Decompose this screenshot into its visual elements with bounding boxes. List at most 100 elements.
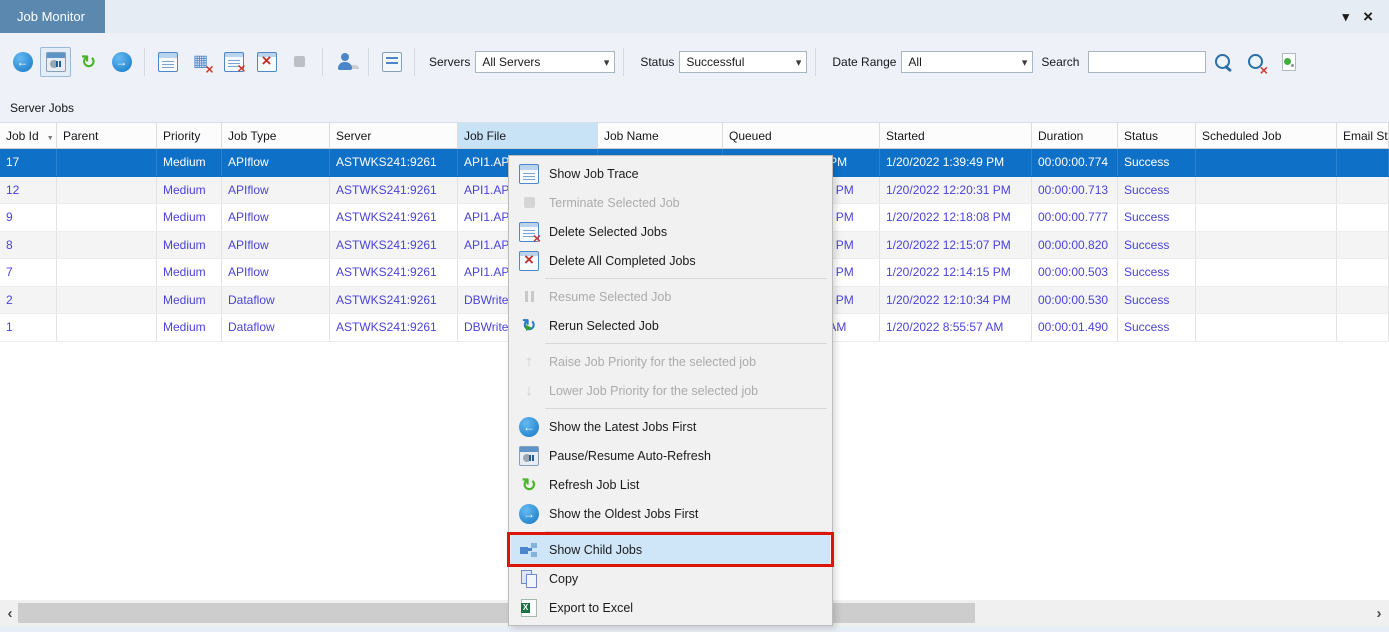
cell-priority: Medium	[157, 314, 222, 341]
menu-separator	[414, 47, 415, 76]
menu-separator	[322, 47, 323, 76]
toolbar-button[interactable]	[106, 47, 137, 77]
cell-scheduled-job	[1196, 314, 1337, 341]
cell-job-id: 17	[0, 149, 57, 176]
column-header[interactable]: Job File	[458, 123, 598, 148]
close-icon[interactable]	[1363, 8, 1373, 25]
column-header[interactable]: Job Name	[598, 123, 723, 148]
cell-email-status	[1337, 259, 1389, 286]
date-range-dropdown[interactable]: All	[901, 50, 1034, 73]
toolbar-button[interactable]	[40, 46, 71, 77]
cell-parent	[57, 231, 157, 258]
toolbar-button[interactable]	[1240, 47, 1271, 78]
status-dropdown[interactable]: Successful	[679, 50, 808, 73]
pause-refresh-icon	[45, 51, 66, 72]
context-menu-item[interactable]: Copy	[511, 564, 830, 593]
cell-server: ASTWKS241:9261	[330, 286, 458, 313]
menu-separator	[511, 340, 830, 347]
lower-priority-icon	[519, 381, 539, 401]
terminate-icon	[290, 52, 310, 72]
bottom-strip	[0, 626, 1389, 632]
caret-down-icon	[604, 55, 610, 69]
search-input[interactable]	[1088, 50, 1207, 73]
refresh-icon	[79, 52, 99, 72]
servers-filter-label: Servers	[429, 54, 471, 69]
context-menu-item[interactable]: Refresh Job List	[511, 470, 830, 499]
cell-priority: Medium	[157, 149, 222, 176]
excel-icon	[519, 598, 539, 618]
cell-job-id: 1	[0, 314, 57, 341]
toolbar: Servers All Servers Status Successful Da…	[0, 33, 1389, 90]
cell-status: Success	[1118, 204, 1196, 231]
scroll-right-icon[interactable]	[1371, 600, 1387, 626]
context-menu-item[interactable]: Pause/Resume Auto-Refresh	[511, 441, 830, 470]
cell-job-id: 2	[0, 286, 57, 313]
context-menu: Show Job Trace Terminate Selected Job De…	[507, 155, 834, 626]
cell-priority: Medium	[157, 286, 222, 313]
cell-status: Success	[1118, 259, 1196, 286]
tab-job-monitor[interactable]: Job Monitor	[0, 0, 105, 33]
toolbar-button[interactable]	[376, 47, 407, 77]
toolbar-button[interactable]	[330, 47, 361, 77]
context-menu-item[interactable]: Show Child Jobs	[507, 532, 834, 567]
search-clear-icon	[1246, 52, 1268, 78]
cell-email-status	[1337, 204, 1389, 231]
toolbar-button[interactable]	[1207, 47, 1238, 77]
context-menu-item: Terminate Selected Job	[511, 188, 830, 217]
toolbar-button[interactable]	[7, 47, 38, 77]
column-header[interactable]: Scheduled Job	[1196, 123, 1337, 148]
context-menu-item[interactable]: Show the Latest Jobs First	[511, 412, 830, 441]
cell-server: ASTWKS241:9261	[330, 231, 458, 258]
cell-email-status	[1337, 314, 1389, 341]
cell-job-id: 7	[0, 259, 57, 286]
column-header[interactable]: Queued	[723, 123, 880, 148]
cell-duration: 00:00:00.503	[1032, 259, 1118, 286]
cell-started: 1/20/2022 12:20:31 PM	[880, 176, 1032, 203]
raise-priority-icon	[519, 352, 539, 372]
column-header[interactable]: Job Type	[222, 123, 330, 148]
context-menu-item[interactable]: Show the Oldest Jobs First	[511, 499, 830, 528]
column-header[interactable]: Status	[1118, 123, 1196, 148]
context-menu-item[interactable]: Show Job Trace	[511, 159, 830, 188]
column-header[interactable]: Started	[880, 123, 1032, 148]
toolbar-divider	[815, 47, 817, 76]
cell-scheduled-job	[1196, 259, 1337, 286]
servers-dropdown[interactable]: All Servers	[475, 50, 616, 73]
cell-parent	[57, 259, 157, 286]
context-menu-item[interactable]: Delete Selected Jobs	[511, 217, 830, 246]
cell-parent	[57, 286, 157, 313]
cell-priority: Medium	[157, 259, 222, 286]
toolbar-button[interactable]	[185, 47, 216, 77]
toolbar-button[interactable]	[73, 47, 104, 77]
cell-job-type: APIflow	[222, 259, 330, 286]
menu-separator	[368, 47, 369, 76]
column-header[interactable]: Priority	[157, 123, 222, 148]
cell-status: Success	[1118, 286, 1196, 313]
toolbar-button[interactable]	[251, 47, 282, 77]
cell-server: ASTWKS241:9261	[330, 259, 458, 286]
cell-priority: Medium	[157, 176, 222, 203]
job-trace-icon	[519, 163, 539, 184]
context-menu-item[interactable]: Export to Excel	[511, 593, 830, 622]
toolbar-button	[284, 47, 315, 77]
context-menu-item[interactable]: Delete All Completed Jobs	[511, 246, 830, 275]
context-menu-item: Resume Selected Job	[511, 282, 830, 311]
toolbar-button[interactable]	[1273, 47, 1304, 77]
scroll-left-icon[interactable]	[2, 600, 18, 626]
grid-header-row: Job Id Parent Priority Job Type Server J…	[0, 123, 1389, 149]
column-header[interactable]: Server	[330, 123, 458, 148]
cell-email-status	[1337, 231, 1389, 258]
cell-status: Success	[1118, 231, 1196, 258]
toolbar-button[interactable]	[152, 47, 183, 77]
toolbar-divider	[623, 47, 625, 76]
section-header: Server Jobs	[0, 90, 1389, 122]
tab-bar: Job Monitor	[0, 0, 1389, 33]
cell-duration: 00:00:00.774	[1032, 149, 1118, 176]
toolbar-button[interactable]	[218, 47, 249, 77]
column-header[interactable]: Parent	[57, 123, 157, 148]
context-menu-item[interactable]: Rerun Selected Job	[511, 311, 830, 340]
column-header[interactable]: Email Sta	[1337, 123, 1389, 148]
column-header[interactable]: Duration	[1032, 123, 1118, 148]
caret-down-icon[interactable]	[1343, 10, 1350, 23]
column-header[interactable]: Job Id	[0, 123, 57, 148]
